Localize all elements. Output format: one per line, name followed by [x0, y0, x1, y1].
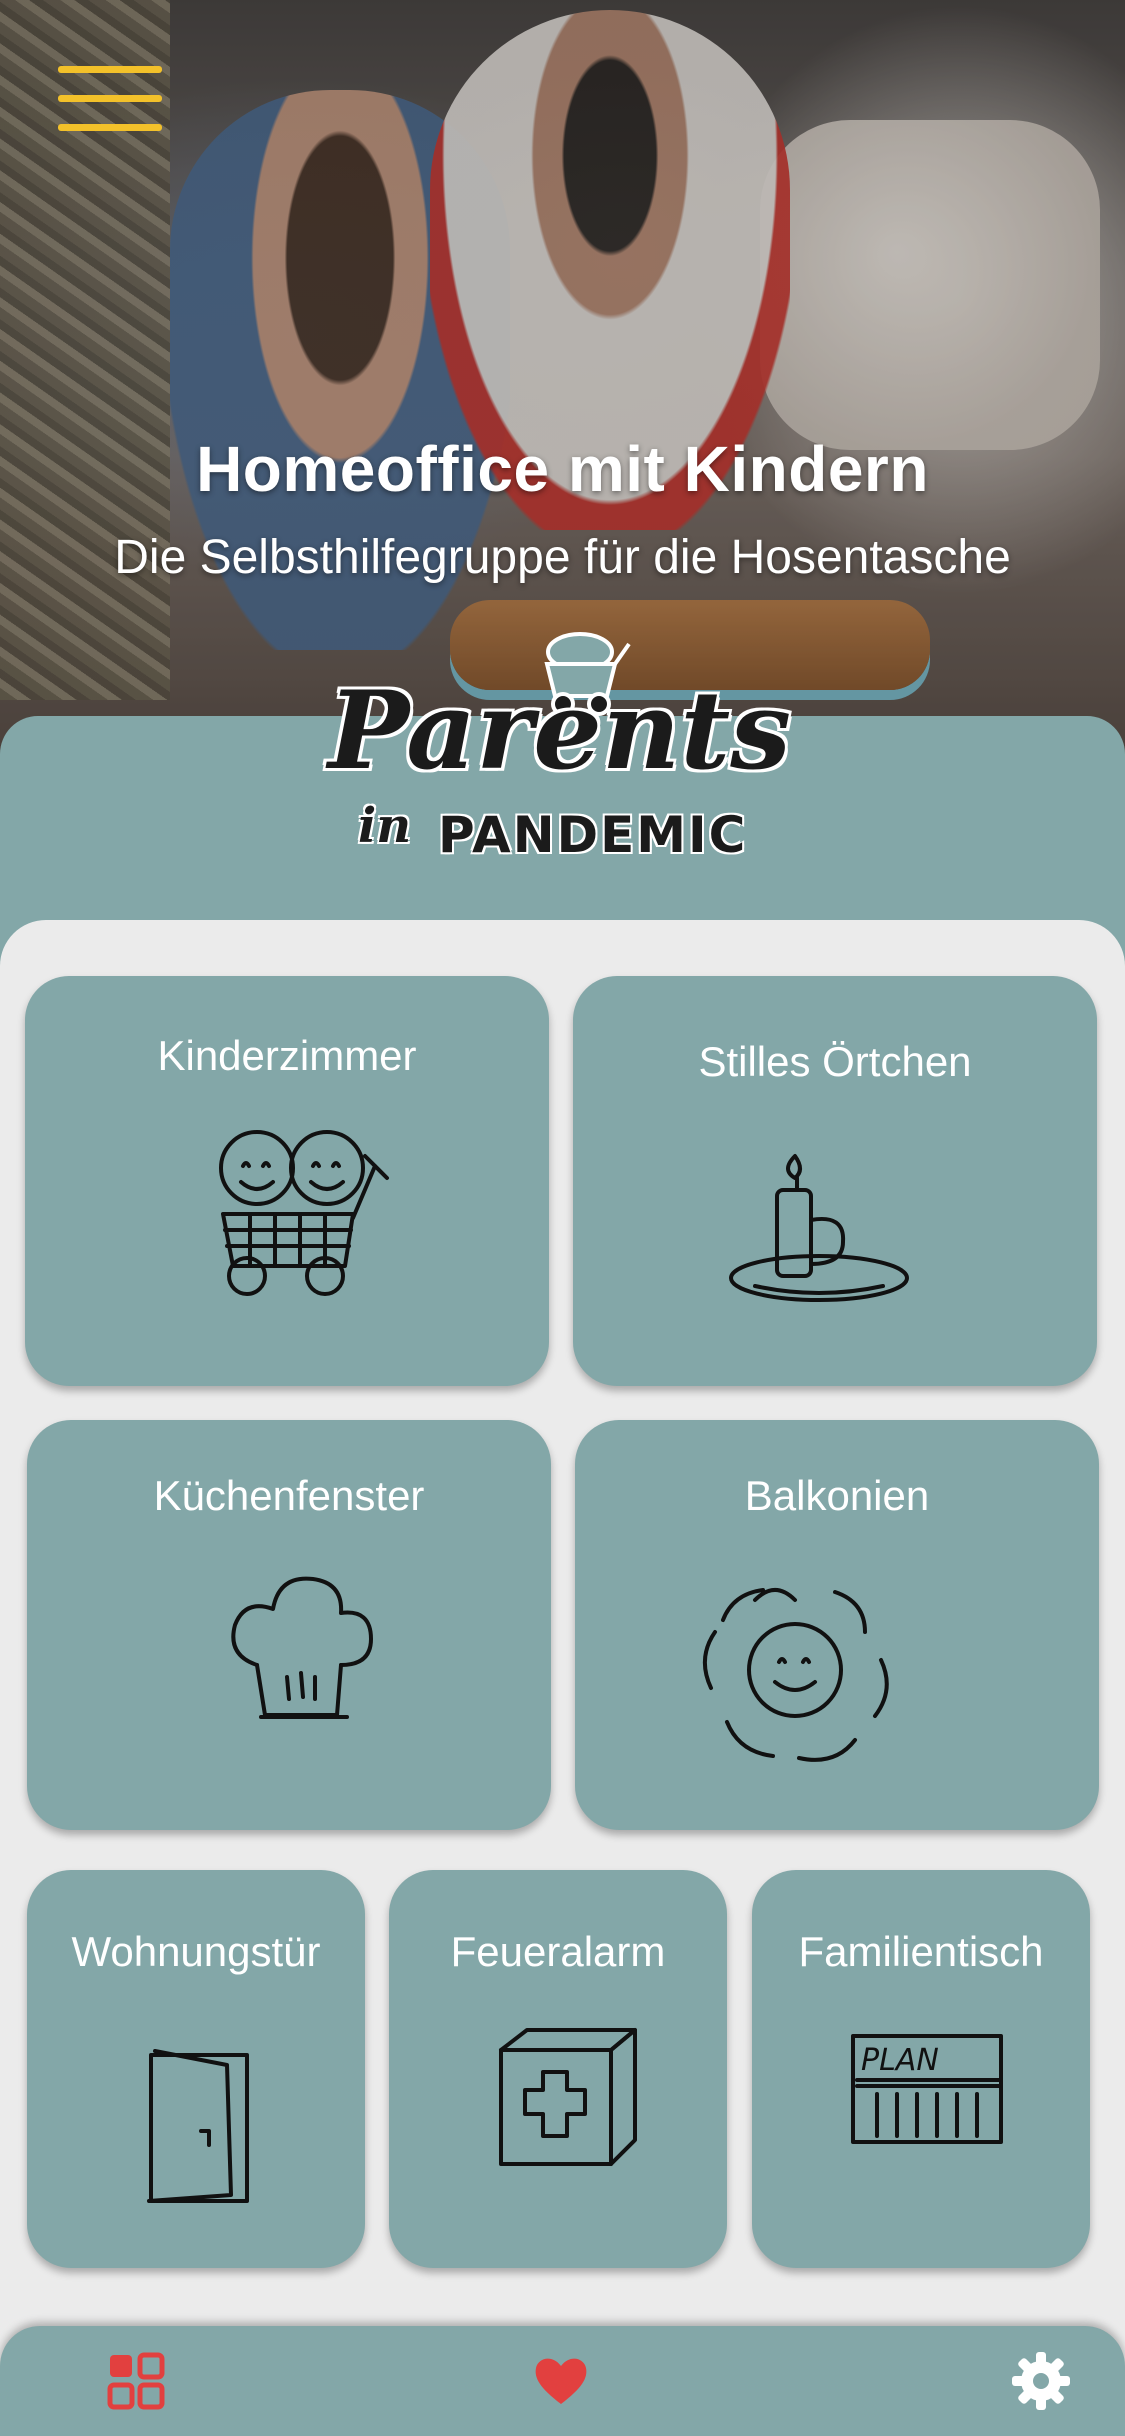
sun-icon — [695, 1570, 895, 1770]
room-label: Feueralarm — [450, 1928, 666, 1975]
hamburger-menu-icon[interactable] — [58, 66, 162, 138]
gear-icon[interactable] — [1012, 2352, 1070, 2410]
app-logo: Parents in PANDEMIC — [310, 630, 792, 870]
kids-wagon-icon — [215, 1126, 389, 1301]
room-tile-kinderzimmer[interactable]: Kinderzimmer — [25, 976, 549, 1386]
logo-parents-text: Parents — [328, 668, 792, 794]
page-title: Homeoffice mit Kindern — [196, 433, 929, 505]
room-tile-familientisch[interactable]: Familientisch PLAN — [752, 1870, 1090, 2268]
room-tile-wohnungstuer[interactable]: Wohnungstür — [27, 1870, 365, 2268]
plan-text: PLAN — [861, 2043, 939, 2078]
room-label: Wohnungstür — [71, 1928, 321, 1975]
logo-in-text: in — [358, 798, 412, 854]
heart-icon[interactable] — [532, 2352, 590, 2410]
grid-icon[interactable] — [107, 2352, 165, 2410]
room-label: Küchenfenster — [153, 1472, 425, 1519]
chef-hat-icon — [227, 1565, 377, 1735]
room-tile-feueralarm[interactable]: Feueralarm — [389, 1870, 727, 2268]
candle-icon — [729, 1146, 909, 1306]
room-label: Kinderzimmer — [157, 1032, 417, 1079]
room-label: Stilles Örtchen — [698, 1038, 972, 1085]
door-icon — [145, 2045, 255, 2205]
first-aid-kit-icon — [489, 2020, 639, 2170]
room-tile-kuechenfenster[interactable]: Küchenfenster — [27, 1420, 551, 1830]
room-tile-stilles-oertchen[interactable]: Stilles Örtchen — [573, 976, 1097, 1386]
plan-board-icon: PLAN — [847, 2030, 1007, 2150]
room-label: Balkonien — [744, 1472, 930, 1519]
page-subtitle: Die Selbsthilfegruppe für die Hosentasch… — [114, 531, 1011, 584]
logo-pandemic-text: PANDEMIC — [438, 806, 748, 864]
room-tile-balkonien[interactable]: Balkonien — [575, 1420, 1099, 1830]
room-label: Familientisch — [798, 1928, 1044, 1975]
bottom-navigation — [0, 2326, 1125, 2436]
